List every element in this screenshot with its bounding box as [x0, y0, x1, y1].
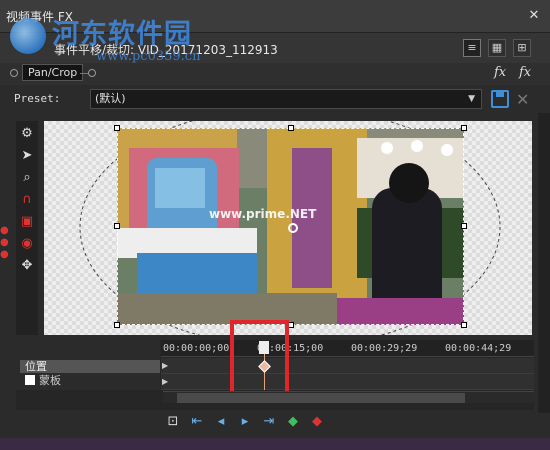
resize-handle-bl[interactable] — [114, 322, 120, 328]
chain-start-node — [10, 69, 18, 77]
resize-handle-tl[interactable] — [114, 125, 120, 131]
fx-plugin-icon[interactable]: fx — [494, 65, 506, 80]
lane-arrow-icon: ▶ — [162, 377, 169, 386]
plugin-chain-row: Pan/Crop fx fx — [0, 63, 550, 85]
timeline-ruler[interactable]: 00:00:00;00 00:00:15;00 00:00:29;29 00:0… — [161, 340, 534, 357]
resize-handle-tr[interactable] — [461, 125, 467, 131]
timecode-label: 00:00:00;00 — [163, 343, 230, 354]
resize-handle-br[interactable] — [461, 322, 467, 328]
grid-view-icon[interactable]: ▦ — [488, 39, 506, 57]
fx-remove-icon[interactable]: fx — [519, 65, 531, 80]
pointer-icon[interactable]: ➤ — [18, 147, 36, 165]
preset-label: Preset: — [14, 92, 61, 105]
bottom-edge-strip — [0, 438, 550, 450]
first-keyframe-icon[interactable]: ⇤ — [188, 413, 206, 431]
mask-checkbox[interactable] — [25, 375, 35, 385]
add-keyframe-icon[interactable]: ◆ — [284, 413, 302, 431]
keyframe-toolbar: ⊡ ⇤ ◂ ▸ ⇥ ◆ ◆ — [160, 410, 534, 434]
plugin-chip-pancrop[interactable]: Pan/Crop — [22, 64, 84, 81]
next-keyframe-icon[interactable]: ▸ — [236, 413, 254, 431]
site-watermark-url: www.pc0359.cn — [96, 49, 201, 64]
preset-row: Preset: (默认) ▼ ✕ — [0, 85, 550, 113]
last-keyframe-icon[interactable]: ⇥ — [260, 413, 278, 431]
lock-aspect-icon[interactable]: ▣ — [18, 213, 36, 231]
chain-end-node — [88, 69, 96, 77]
track-list: 位置 蒙板 — [16, 340, 160, 390]
chevron-down-icon: ▼ — [468, 94, 475, 104]
pancrop-canvas[interactable]: www.prime.NET — [44, 121, 532, 335]
track-item-mask[interactable]: 蒙板 — [20, 374, 160, 387]
timeline-scrollbar[interactable] — [163, 391, 534, 403]
keyframe-lane-position[interactable]: ▶ — [161, 358, 534, 374]
zoom-icon[interactable]: ⌕ — [18, 169, 36, 187]
close-icon[interactable]: ✕ — [526, 8, 542, 24]
right-edge-strip — [538, 113, 550, 413]
preset-dropdown[interactable]: (默认) ▼ — [90, 89, 482, 109]
list-view-icon[interactable]: ≡ — [463, 39, 481, 57]
site-logo — [10, 18, 46, 54]
lane-arrow-icon: ▶ — [162, 361, 169, 370]
photo-watermark: www.prime.NET — [209, 207, 317, 221]
sync-cursor-icon[interactable]: ⊡ — [164, 413, 182, 431]
resize-handle-mr[interactable] — [461, 223, 467, 229]
annotation-highlight-box — [230, 320, 289, 398]
center-point-handle[interactable] — [288, 223, 298, 233]
lock-center-icon[interactable]: ◉ — [18, 235, 36, 253]
pancrop-toolbar: ⚙ ➤ ⌕ ∩ ▣ ◉ ✥ — [16, 121, 38, 335]
resize-handle-tm[interactable] — [288, 125, 294, 131]
magnet-icon[interactable]: ∩ — [18, 191, 36, 209]
left-edge-strip: ● ● ● — [0, 225, 9, 260]
keyframe-lane-mask[interactable]: ▶ — [161, 374, 534, 390]
delete-keyframe-icon[interactable]: ◆ — [308, 413, 326, 431]
prev-keyframe-icon[interactable]: ◂ — [212, 413, 230, 431]
chain-line — [80, 73, 88, 74]
tile-view-icon[interactable]: ⊞ — [513, 39, 531, 57]
timecode-label: 00:00:29;29 — [351, 343, 418, 354]
timeline-scroll-thumb[interactable] — [177, 393, 465, 403]
preset-value: (默认) — [95, 92, 126, 105]
track-item-position[interactable]: 位置 — [20, 360, 160, 373]
resize-handle-ml[interactable] — [114, 223, 120, 229]
timecode-label: 00:00:44;29 — [445, 343, 512, 354]
move-icon[interactable]: ✥ — [18, 257, 36, 275]
gear-icon[interactable]: ⚙ — [18, 125, 36, 143]
site-watermark-text: 河东软件园 — [52, 19, 192, 50]
delete-preset-icon[interactable]: ✕ — [516, 90, 529, 109]
save-preset-icon[interactable] — [491, 90, 509, 108]
